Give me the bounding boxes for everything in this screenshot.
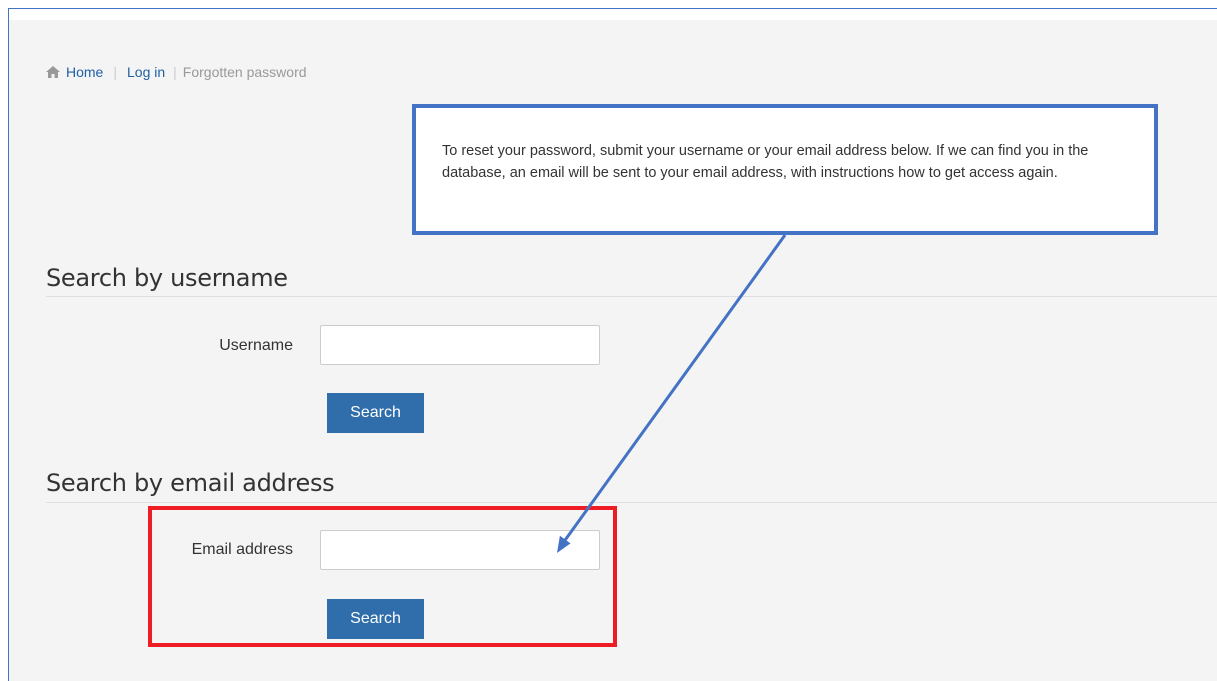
home-icon (46, 66, 60, 78)
callout-text: To reset your password, submit your user… (442, 143, 1089, 181)
breadcrumb-home-link[interactable]: Home (66, 64, 103, 80)
email-section-title: Search by email address (46, 469, 335, 497)
username-section-title: Search by username (46, 264, 288, 292)
breadcrumb-separator: | (173, 64, 177, 80)
email-highlight-box (148, 506, 617, 647)
username-label: Username (219, 337, 293, 354)
breadcrumb-login-link[interactable]: Log in (127, 64, 165, 80)
breadcrumb-current: Forgotten password (182, 64, 307, 80)
username-search-button[interactable]: Search (327, 393, 424, 433)
instruction-callout: To reset your password, submit your user… (412, 104, 1158, 235)
section-divider (46, 296, 1217, 297)
username-input[interactable] (320, 325, 600, 365)
section-divider (46, 502, 1217, 503)
breadcrumb-separator: | (113, 64, 117, 80)
breadcrumb: Home | Log in | Forgotten password (46, 64, 307, 80)
